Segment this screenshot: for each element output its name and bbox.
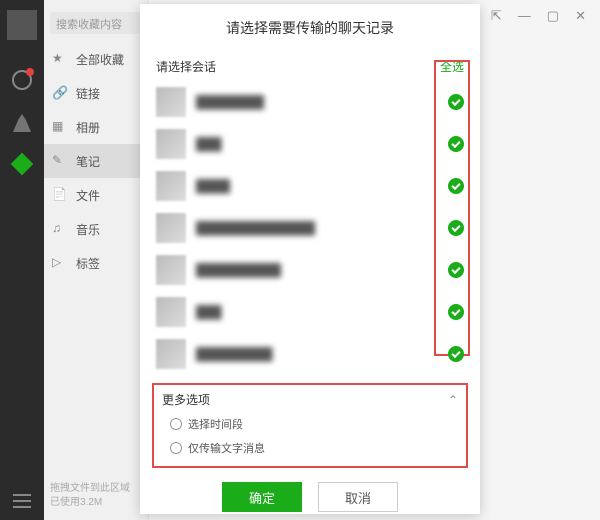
footer-line2: 已使用3.2M: [50, 496, 142, 510]
tag-icon: [52, 255, 68, 271]
pin-button[interactable]: ⇱: [491, 8, 502, 24]
option-label: 仅传输文字消息: [188, 440, 265, 456]
favorites-nav: 全部收藏 链接 相册 笔记 文件 音乐 标签: [44, 42, 148, 280]
chat-avatar: [156, 213, 186, 243]
nav-label: 音乐: [76, 221, 100, 238]
check-icon[interactable]: [448, 346, 464, 362]
chat-icon[interactable]: [12, 70, 32, 90]
maximize-button[interactable]: ▢: [547, 8, 559, 24]
album-icon: [52, 119, 68, 135]
option-text-only[interactable]: 仅传输文字消息: [162, 440, 458, 456]
chat-name: █████████: [196, 347, 438, 361]
footer-line1: 拖拽文件到此区域: [50, 482, 142, 496]
nav-label: 全部收藏: [76, 51, 124, 68]
chat-avatar: [156, 297, 186, 327]
more-options-label: 更多选项: [162, 391, 210, 408]
link-icon: [52, 85, 68, 101]
modal-buttons: 确定 取消: [140, 482, 480, 512]
more-options-header[interactable]: 更多选项: [162, 391, 458, 408]
more-options-box: 更多选项 选择时间段 仅传输文字消息: [152, 383, 468, 468]
check-icon[interactable]: [448, 262, 464, 278]
check-icon[interactable]: [448, 94, 464, 110]
nav-label: 文件: [76, 187, 100, 204]
minimize-button[interactable]: —: [518, 8, 531, 24]
check-icon[interactable]: [448, 304, 464, 320]
user-avatar[interactable]: [7, 10, 37, 40]
contacts-icon[interactable]: [13, 114, 31, 132]
favorites-panel: 搜索收藏内容 全部收藏 链接 相册 笔记 文件 音乐 标签 拖拽文件到此区域 已…: [44, 0, 149, 520]
chat-name: ██████████: [196, 263, 438, 277]
chat-avatar: [156, 339, 186, 369]
chat-avatar: [156, 87, 186, 117]
option-label: 选择时间段: [188, 416, 243, 432]
chat-row[interactable]: ███: [140, 123, 480, 165]
transfer-modal: 请选择需要传输的聊天记录 请选择会话 全选 ████████ ███ ████ …: [140, 4, 480, 514]
nav-link[interactable]: 链接: [44, 76, 148, 110]
cancel-button[interactable]: 取消: [318, 482, 398, 512]
radio-icon: [170, 418, 182, 430]
menu-icon[interactable]: [13, 494, 31, 508]
note-icon: [52, 153, 68, 169]
window-controls: ⇱ — ▢ ✕: [491, 8, 586, 24]
chevron-up-icon: [448, 393, 458, 407]
app-sidebar: [0, 0, 44, 520]
chat-row[interactable]: █████████: [140, 333, 480, 375]
nav-tag[interactable]: 标签: [44, 246, 148, 280]
nav-label: 相册: [76, 119, 100, 136]
chat-name: ██████████████: [196, 221, 438, 235]
chat-name: ████: [196, 179, 438, 193]
star-icon: [52, 51, 68, 67]
favorites-icon[interactable]: [11, 153, 34, 176]
music-icon: [52, 221, 68, 237]
nav-label: 标签: [76, 255, 100, 272]
chat-avatar: [156, 255, 186, 285]
chat-row[interactable]: ██████████: [140, 249, 480, 291]
nav-album[interactable]: 相册: [44, 110, 148, 144]
chat-list: ████████ ███ ████ ██████████████ ███████…: [140, 81, 480, 375]
chat-row[interactable]: ██████████████: [140, 207, 480, 249]
chat-row[interactable]: ███: [140, 291, 480, 333]
select-header: 请选择会话 全选: [140, 52, 480, 81]
nav-music[interactable]: 音乐: [44, 212, 148, 246]
chat-avatar: [156, 129, 186, 159]
close-button[interactable]: ✕: [575, 8, 586, 24]
select-label: 请选择会话: [156, 58, 216, 75]
nav-label: 链接: [76, 85, 100, 102]
storage-footer: 拖拽文件到此区域 已使用3.2M: [50, 482, 142, 510]
chat-row[interactable]: ████████: [140, 81, 480, 123]
chat-name: ███: [196, 137, 438, 151]
radio-icon: [170, 442, 182, 454]
option-time-range[interactable]: 选择时间段: [162, 416, 458, 432]
ok-button[interactable]: 确定: [222, 482, 302, 512]
nav-file[interactable]: 文件: [44, 178, 148, 212]
chat-row[interactable]: ████: [140, 165, 480, 207]
nav-label: 笔记: [76, 153, 100, 170]
check-icon[interactable]: [448, 220, 464, 236]
chat-name: ███: [196, 305, 438, 319]
check-icon[interactable]: [448, 136, 464, 152]
chat-name: ████████: [196, 95, 438, 109]
modal-title: 请选择需要传输的聊天记录: [140, 18, 480, 52]
select-all-link[interactable]: 全选: [440, 58, 464, 75]
nav-all[interactable]: 全部收藏: [44, 42, 148, 76]
check-icon[interactable]: [448, 178, 464, 194]
file-icon: [52, 187, 68, 203]
chat-avatar: [156, 171, 186, 201]
nav-note[interactable]: 笔记: [44, 144, 148, 178]
search-input[interactable]: 搜索收藏内容: [50, 12, 142, 34]
